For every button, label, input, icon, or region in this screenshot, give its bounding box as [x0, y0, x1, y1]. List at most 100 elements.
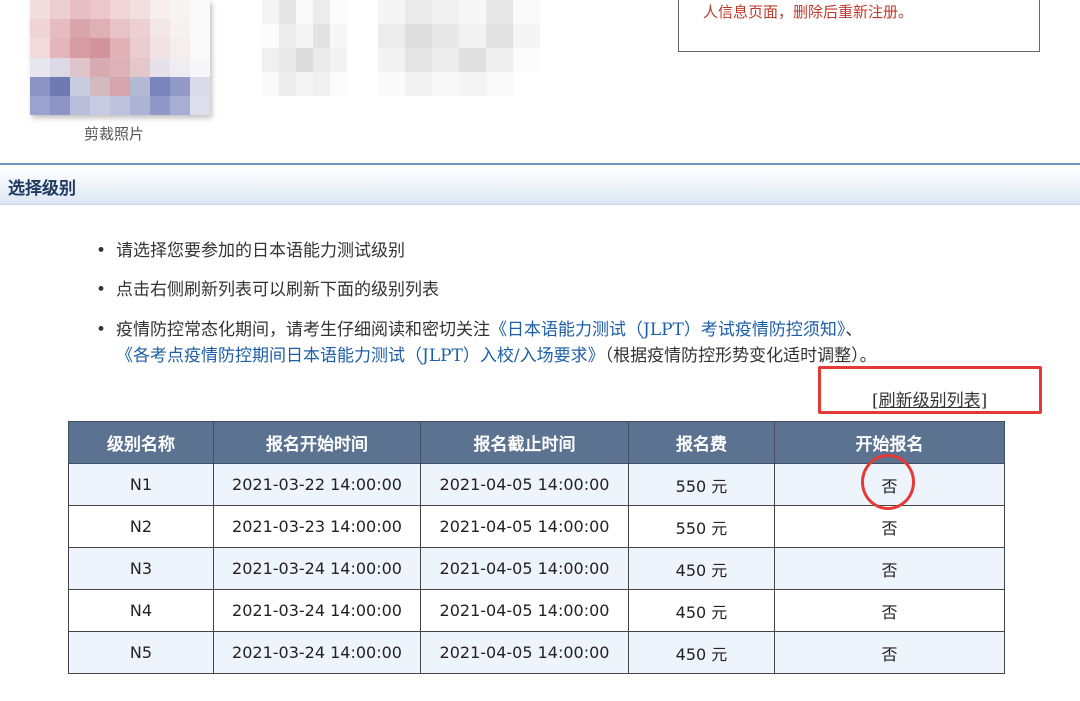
mosaic-pixel — [313, 48, 330, 72]
mosaic-pixel — [513, 0, 540, 24]
mosaic-pixel — [70, 0, 90, 20]
mosaic-pixel — [150, 38, 170, 58]
mosaic-pixel — [170, 95, 190, 115]
mosaic-pixel — [170, 19, 190, 39]
mosaic-pixel — [459, 0, 486, 24]
mosaic-pixel — [190, 0, 210, 20]
mosaic-pixel — [459, 72, 486, 96]
cell-level: N1 — [68, 463, 214, 506]
cell-fee: 450 元 — [628, 547, 775, 590]
mosaic-pixel — [405, 0, 432, 24]
cell-level: N2 — [68, 505, 214, 548]
mosaic-pixel — [110, 95, 130, 115]
blurred-info-right — [378, 0, 540, 96]
cell-start-time: 2021-03-24 14:00:00 — [213, 589, 421, 632]
mosaic-pixel — [90, 38, 110, 58]
mosaic-pixel — [513, 72, 540, 96]
venue-requirements-link[interactable]: 《各考点疫情防控期间日本语能力测试（JLPT）入校/入场要求》 — [116, 346, 605, 366]
cell-start-time: 2021-03-23 14:00:00 — [213, 505, 421, 548]
mosaic-pixel — [50, 0, 70, 20]
mosaic-pixel — [30, 38, 50, 58]
mosaic-pixel — [30, 57, 50, 77]
annotation-rectangle — [818, 366, 1042, 414]
mosaic-pixel — [486, 72, 513, 96]
mosaic-pixel — [130, 57, 150, 77]
cell-end-time: 2021-04-05 14:00:00 — [420, 547, 629, 590]
blurred-info-left — [262, 0, 347, 96]
mosaic-pixel — [130, 95, 150, 115]
instruction-separator: 、 — [845, 320, 863, 340]
mosaic-pixel — [50, 38, 70, 58]
annotation-circle — [861, 454, 915, 510]
mosaic-pixel — [110, 38, 130, 58]
mosaic-pixel — [50, 95, 70, 115]
mosaic-pixel — [513, 48, 540, 72]
mosaic-pixel — [30, 76, 50, 96]
mosaic-pixel — [150, 95, 170, 115]
mosaic-pixel — [296, 48, 313, 72]
mosaic-pixel — [432, 0, 459, 24]
mosaic-pixel — [190, 19, 210, 39]
mosaic-pixel — [70, 76, 90, 96]
mosaic-pixel — [378, 72, 405, 96]
crop-photo-caption: 剪裁照片 — [84, 125, 145, 143]
mosaic-pixel — [30, 19, 50, 39]
mosaic-pixel — [262, 24, 279, 48]
mosaic-pixel — [296, 24, 313, 48]
mosaic-pixel — [262, 72, 279, 96]
mosaic-pixel — [330, 72, 347, 96]
mosaic-pixel — [279, 48, 296, 72]
cell-end-time: 2021-04-05 14:00:00 — [420, 589, 629, 632]
mosaic-pixel — [110, 57, 130, 77]
mosaic-pixel — [405, 48, 432, 72]
instruction-text-1: 请选择您要参加的日本语能力测试级别 — [116, 241, 405, 261]
mosaic-pixel — [90, 57, 110, 77]
mosaic-pixel — [170, 38, 190, 58]
cell-end-time: 2021-04-05 14:00:00 — [420, 505, 629, 548]
mosaic-pixel — [70, 95, 90, 115]
instruction-item: 请选择您要参加的日本语能力测试级别 — [96, 239, 1056, 263]
notice-text: 人信息页面，删除后重新注册。 — [703, 3, 914, 21]
covid-notice-link[interactable]: 《日本语能力测试（JLPT）考试疫情防控须知》 — [490, 320, 845, 340]
mosaic-pixel — [279, 72, 296, 96]
instruction-text-3-prefix: 疫情防控常态化期间，请考生仔细阅读和密切关注 — [116, 320, 490, 340]
cell-open-status: 否 — [774, 547, 1005, 590]
column-header-end-time: 报名截止时间 — [420, 421, 629, 464]
table-row[interactable]: N2 2021-03-23 14:00:00 2021-04-05 14:00:… — [68, 505, 1005, 548]
cell-fee: 550 元 — [628, 463, 775, 506]
mosaic-pixel — [279, 24, 296, 48]
mosaic-pixel — [330, 0, 347, 24]
column-header-level: 级别名称 — [68, 421, 214, 464]
cropped-photo — [30, 0, 210, 115]
table-row[interactable]: N4 2021-03-24 14:00:00 2021-04-05 14:00:… — [68, 589, 1005, 632]
cell-end-time: 2021-04-05 14:00:00 — [420, 631, 629, 674]
cell-level: N4 — [68, 589, 214, 632]
notice-box: 人信息页面，删除后重新注册。 — [678, 0, 1040, 52]
cell-start-time: 2021-03-22 14:00:00 — [213, 463, 421, 506]
mosaic-pixel — [190, 38, 210, 58]
mosaic-pixel — [279, 0, 296, 24]
mosaic-pixel — [50, 76, 70, 96]
section-title: 选择级别 — [8, 179, 76, 199]
mosaic-pixel — [130, 76, 150, 96]
mosaic-pixel — [378, 0, 405, 24]
mosaic-pixel — [170, 76, 190, 96]
instruction-item: 点击右侧刷新列表可以刷新下面的级别列表 — [96, 278, 1056, 302]
cell-fee: 550 元 — [628, 505, 775, 548]
mosaic-pixel — [190, 95, 210, 115]
table-row[interactable]: N3 2021-03-24 14:00:00 2021-04-05 14:00:… — [68, 547, 1005, 590]
mosaic-pixel — [90, 76, 110, 96]
mosaic-pixel — [110, 19, 130, 39]
mosaic-pixel — [459, 24, 486, 48]
mosaic-pixel — [313, 72, 330, 96]
cell-open-status: 否 — [774, 505, 1005, 548]
mosaic-pixel — [90, 19, 110, 39]
mosaic-pixel — [50, 19, 70, 39]
mosaic-pixel — [513, 24, 540, 48]
table-row[interactable]: N5 2021-03-24 14:00:00 2021-04-05 14:00:… — [68, 631, 1005, 674]
cell-level: N3 — [68, 547, 214, 590]
column-header-start-time: 报名开始时间 — [213, 421, 421, 464]
cell-fee: 450 元 — [628, 631, 775, 674]
mosaic-pixel — [90, 95, 110, 115]
mosaic-pixel — [50, 57, 70, 77]
